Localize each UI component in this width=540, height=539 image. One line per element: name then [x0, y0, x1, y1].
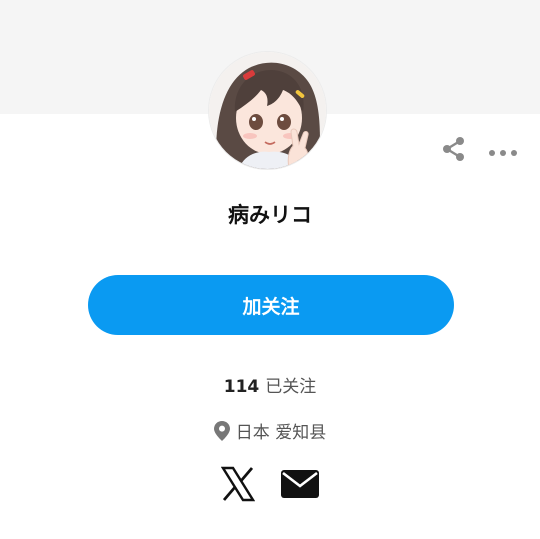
following-stat[interactable]: 114 已关注 [0, 372, 540, 397]
social-links [0, 466, 540, 506]
location-text: 日本 爱知县 [235, 423, 327, 443]
follow-button[interactable]: 加关注 [88, 275, 454, 335]
more-options-button[interactable] [488, 136, 518, 166]
following-count: 114 [223, 377, 260, 397]
avatar-image [209, 52, 326, 169]
mail-link[interactable] [281, 466, 319, 506]
more-icon [488, 142, 518, 161]
location-pin-icon [213, 420, 230, 441]
x-logo-icon [220, 466, 256, 506]
share-button[interactable] [439, 136, 469, 166]
mail-icon [281, 469, 319, 503]
profile-name: 病みリコ [228, 203, 312, 227]
following-label: 已关注 [265, 377, 317, 397]
share-icon [441, 136, 467, 166]
avatar[interactable] [209, 52, 326, 169]
location: 日本 爱知县 [0, 418, 540, 443]
x-link[interactable] [220, 466, 256, 506]
